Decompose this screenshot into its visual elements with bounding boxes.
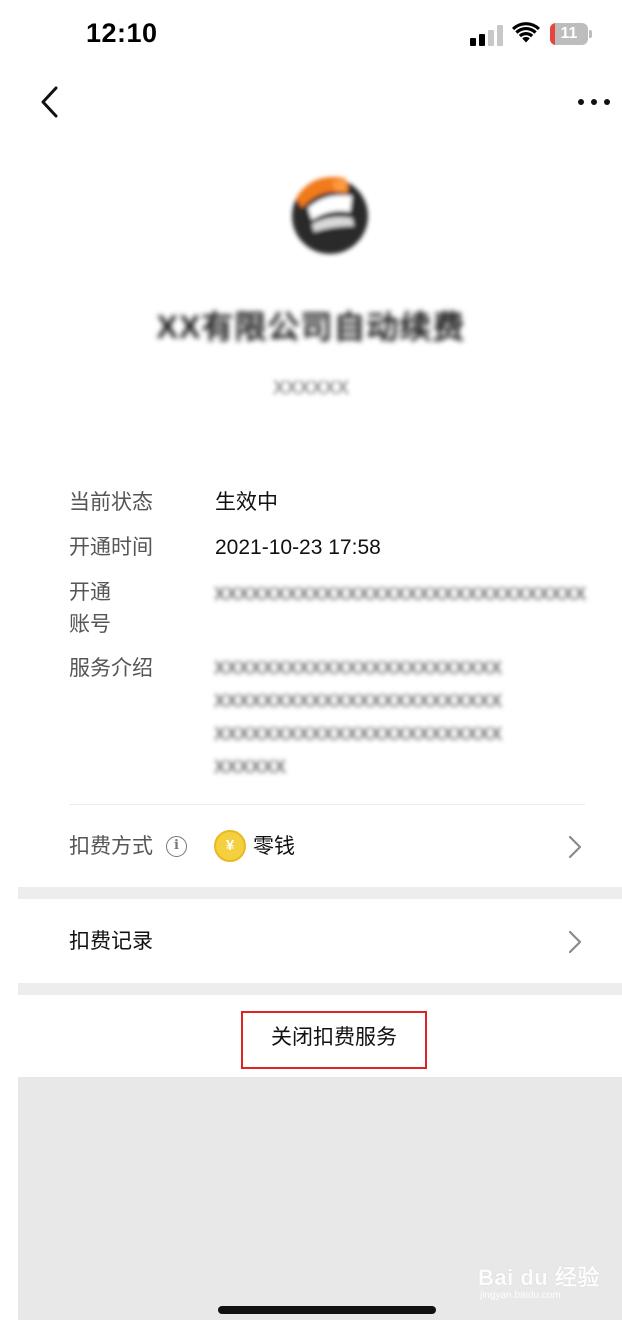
- wallet-coin-icon: ¥: [214, 830, 246, 862]
- battery-icon: 11: [550, 23, 592, 45]
- info-circle-icon[interactable]: i: [166, 836, 187, 857]
- payment-method-label: 扣费方式: [69, 835, 153, 858]
- open-time-value: 2021-10-23 17:58: [215, 536, 381, 559]
- status-label: 当前状态: [69, 491, 153, 514]
- merchant-logo: [292, 176, 368, 254]
- chevron-right-icon: [568, 835, 582, 859]
- service-desc-line: XXXXXXXXXXXXXXXXXXXXXXXX: [214, 691, 503, 711]
- close-deduction-service-button[interactable]: 关闭扣费服务: [241, 1011, 427, 1069]
- account-label-line1: 开通: [69, 581, 111, 604]
- section-separator: [18, 983, 622, 995]
- wifi-icon: [512, 22, 540, 43]
- service-desc-line: XXXXXX: [214, 757, 287, 777]
- open-time-label: 开通时间: [69, 536, 153, 559]
- service-desc-line: XXXXXXXXXXXXXXXXXXXXXXXX: [214, 658, 503, 678]
- deduction-records-label: 扣费记录: [69, 930, 153, 953]
- payment-method-value: 零钱: [253, 835, 295, 858]
- status-value: 生效中: [215, 491, 278, 514]
- watermark-logo: Bai du 经验: [478, 1265, 600, 1290]
- battery-level: 11: [560, 25, 578, 42]
- watermark-url: jingyan.baidu.com: [480, 1290, 561, 1301]
- more-options-icon[interactable]: [574, 90, 614, 114]
- status-bar: 12:10 11: [0, 0, 622, 70]
- merchant-name: XX有限公司自动续费: [156, 309, 466, 345]
- service-desc-line: XXXXXXXXXXXXXXXXXXXXXXXX: [214, 724, 503, 744]
- account-value: XXXXXXXXXXXXXXXXXXXXXXXXXXXXXXXXXX: [214, 584, 586, 604]
- account-label-line2: 账号: [69, 613, 111, 636]
- section-separator: [18, 887, 622, 899]
- home-indicator[interactable]: [218, 1306, 436, 1314]
- cellular-signal-icon: [470, 24, 504, 46]
- chevron-right-icon: [568, 930, 582, 954]
- close-deduction-service-label: 关闭扣费服务: [271, 1026, 397, 1049]
- status-time: 12:10: [86, 18, 158, 48]
- divider: [69, 804, 585, 805]
- service-intro-label: 服务介绍: [69, 657, 153, 680]
- back-chevron-icon[interactable]: [34, 84, 68, 120]
- merchant-subtitle: XXXXXX: [272, 378, 350, 399]
